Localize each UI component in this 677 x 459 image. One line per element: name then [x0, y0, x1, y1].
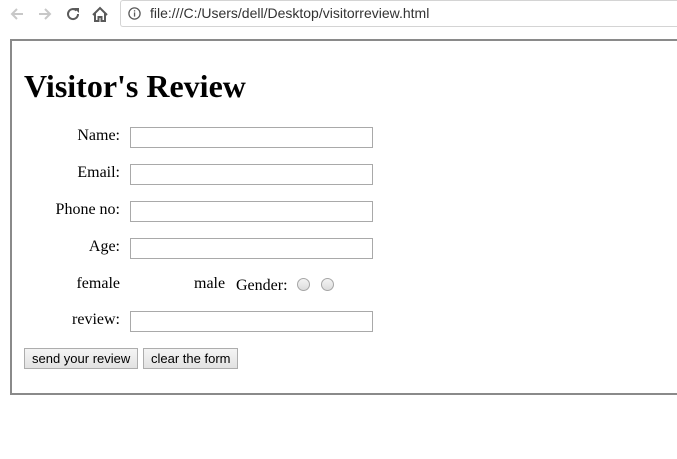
phone-input[interactable] — [130, 201, 373, 222]
home-icon — [92, 6, 108, 22]
email-input[interactable] — [130, 164, 373, 185]
radio-female[interactable] — [297, 278, 310, 291]
back-button[interactable] — [7, 4, 27, 24]
female-label: female — [76, 275, 120, 292]
home-button[interactable] — [90, 4, 110, 24]
clear-form-button[interactable]: clear the form — [143, 348, 239, 369]
age-label: Age: — [88, 238, 120, 255]
review-label: review: — [72, 311, 120, 328]
info-icon[interactable] — [128, 7, 141, 20]
radio-male[interactable] — [321, 278, 334, 291]
reload-button[interactable] — [63, 4, 83, 24]
forward-button[interactable] — [35, 4, 55, 24]
page-title: Visitor's Review — [24, 68, 246, 104]
send-review-button[interactable]: send your review — [24, 348, 139, 369]
browser-toolbar: file:///C:/Users/dell/Desktop/visitorrev… — [0, 0, 677, 28]
arrow-right-icon — [39, 8, 52, 20]
reload-icon — [67, 8, 80, 21]
gender-label: Gender: — [236, 277, 288, 294]
review-input[interactable] — [130, 311, 373, 332]
email-label: Email: — [77, 164, 120, 181]
name-input[interactable] — [130, 127, 373, 148]
male-label: male — [194, 275, 226, 292]
name-label: Name: — [77, 127, 120, 144]
address-bar[interactable]: file:///C:/Users/dell/Desktop/visitorrev… — [120, 0, 677, 27]
phone-label: Phone no: — [55, 201, 120, 218]
url-text[interactable]: file:///C:/Users/dell/Desktop/visitorrev… — [150, 5, 429, 21]
arrow-left-icon — [10, 8, 23, 20]
age-input[interactable] — [130, 238, 373, 259]
